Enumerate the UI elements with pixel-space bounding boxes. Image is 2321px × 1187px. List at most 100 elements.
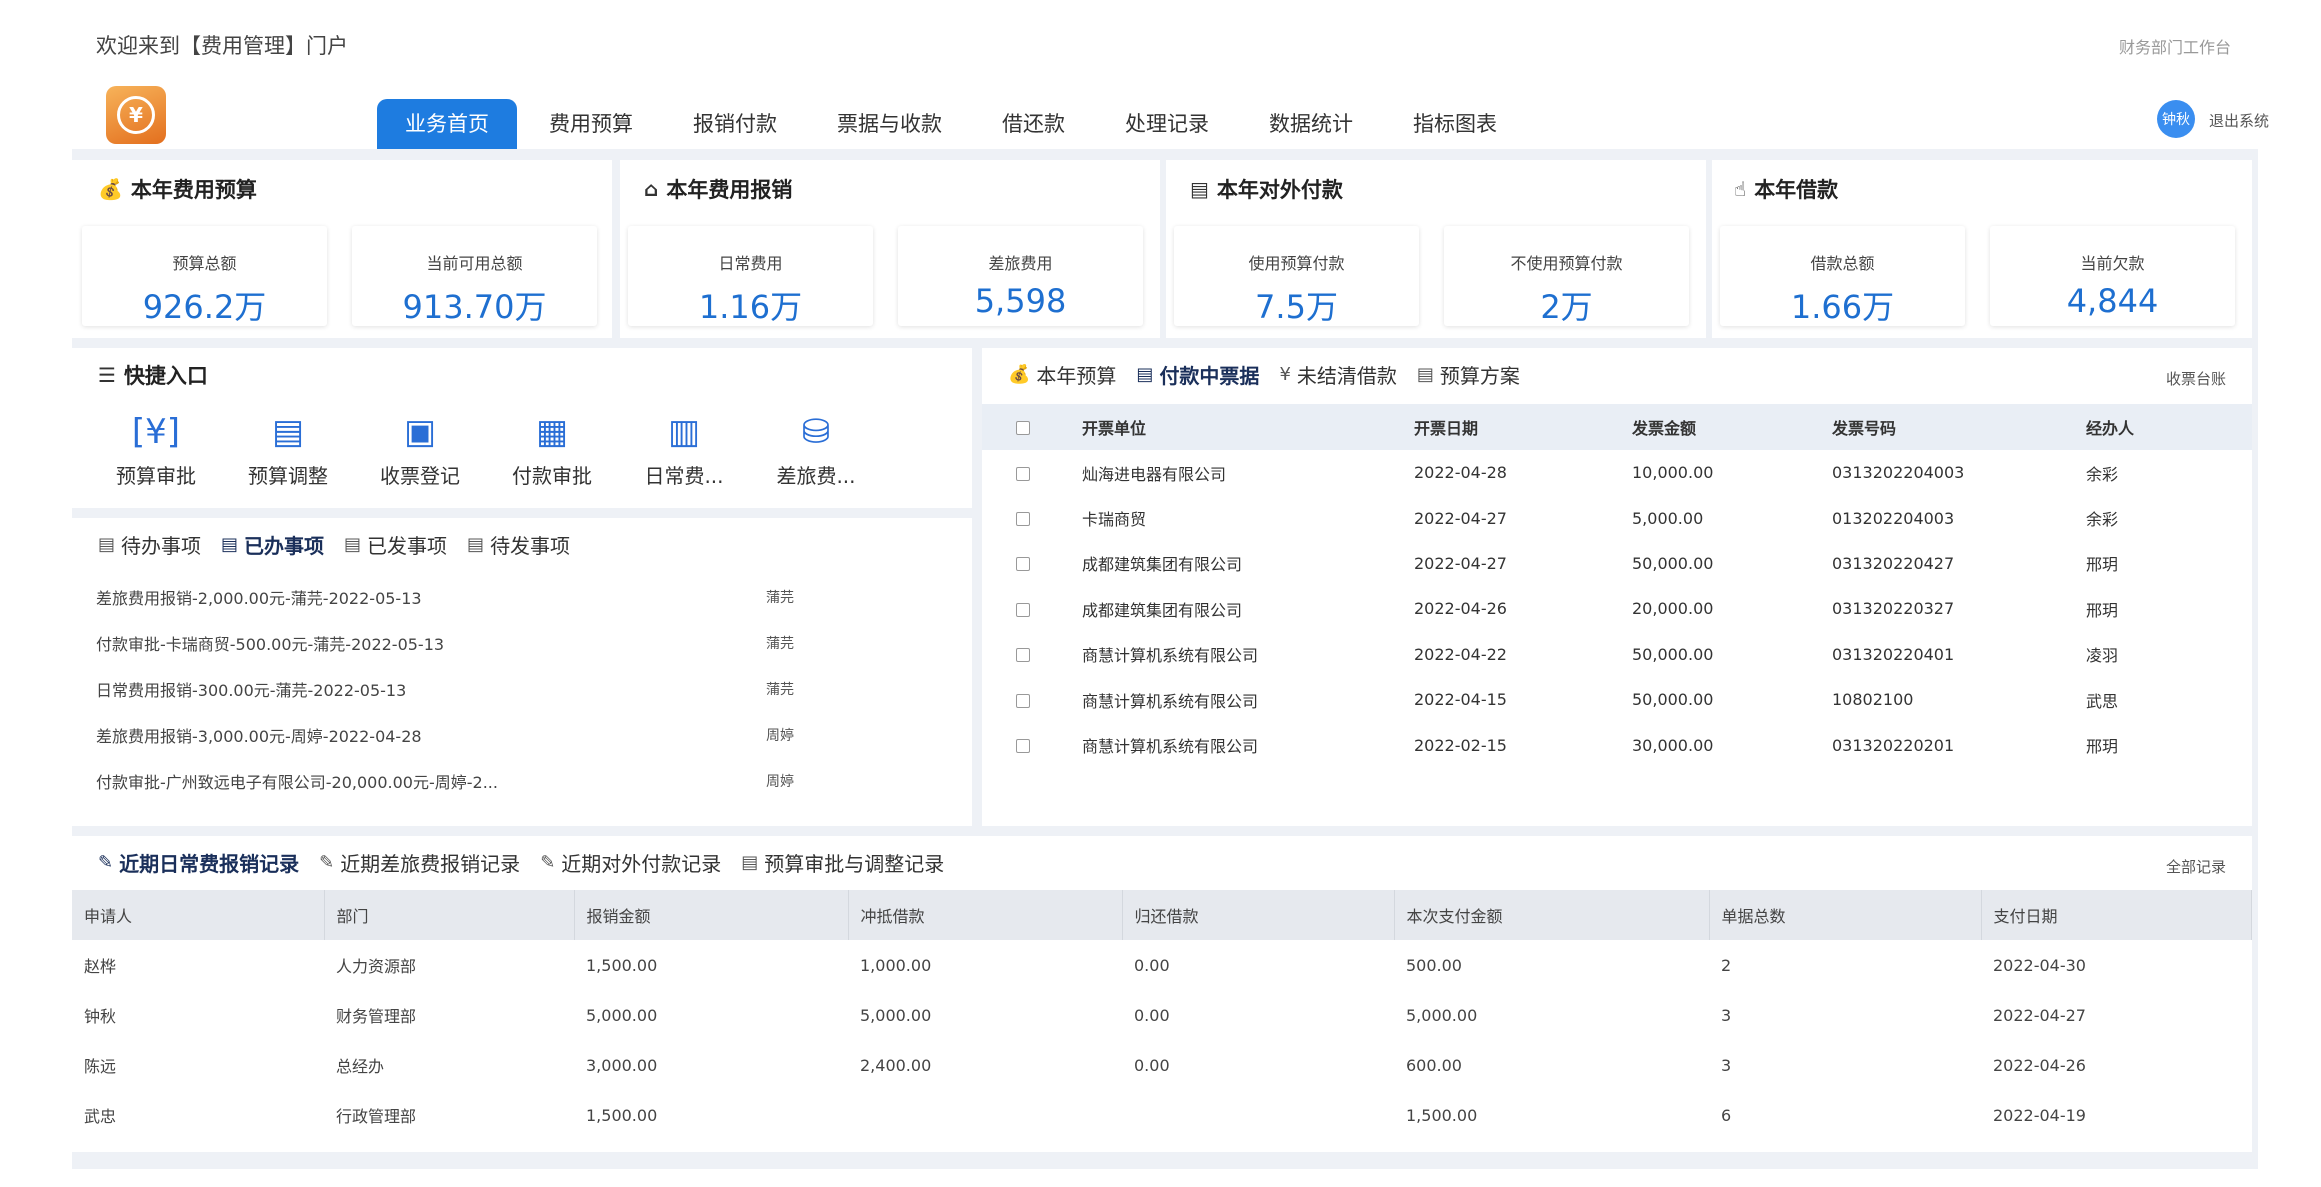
table-row[interactable]: 商慧计算机系统有限公司 2022-04-22 50,000.00 0313202204…: [982, 632, 2252, 677]
document-icon: ▤: [741, 852, 759, 873]
tab-todo-to-send[interactable]: ▤ 待发事项: [467, 530, 570, 559]
list-item[interactable]: 差旅费用报销-2,000.00元-蒲芫-2022-05-13 蒲芫: [96, 574, 956, 620]
table-row[interactable]: 商慧计算机系统有限公司 2022-04-15 50,000.00 10802100 武思: [982, 677, 2252, 722]
quick-payment-approval[interactable]: ▦ 付款审批: [486, 410, 618, 489]
card-title: ▤ 本年对外付款: [1190, 177, 1343, 202]
tab-unsettled-loans[interactable]: ¥ 未结清借款: [1279, 360, 1396, 389]
records-tabs: ✎ 近期日常费报销记录 ✎ 近期差旅费报销记录 ✎ 近期对外付款记录 ▤ 预算审批与调整…: [98, 848, 964, 877]
table-row[interactable]: 钟秋 财务管理部 5,000.00 5,000.00 0.00 5,000.00 3 2022…: [72, 990, 2252, 1040]
invoice-table: 开票单位 开票日期 发票金额 发票号码 经办人 灿海进电器有限公司 2022-04…: [982, 404, 2252, 768]
welcome-text: 欢迎来到【费用管理】门户: [96, 34, 348, 58]
row-checkbox[interactable]: [1016, 739, 1030, 754]
yen-coin-icon: ¥: [117, 96, 155, 134]
quick-entry-title: ☰ 快捷入口: [98, 363, 208, 388]
table-row[interactable]: 商慧计算机系统有限公司 2022-02-15 30,000.00 0313202202…: [982, 722, 2252, 767]
tab-travel-records[interactable]: ✎ 近期差旅费报销记录: [319, 848, 520, 877]
stat-daily-expense[interactable]: 日常费用 1.16万: [628, 226, 873, 326]
nav-tab-records[interactable]: 处理记录: [1097, 99, 1237, 149]
table-header-row: 申请人 部门 报销金额 冲抵借款 归还借款 本次支付金额 单据总数 支付日期: [72, 890, 2252, 940]
avatar[interactable]: 钟秋: [2157, 100, 2195, 138]
col-amount: 发票金额: [1632, 404, 1832, 450]
stat-budget-available[interactable]: 当前可用总额 913.70万: [352, 226, 597, 326]
stat-budget-payment[interactable]: 使用预算付款 7.5万: [1174, 226, 1419, 326]
receipt-icon: ▤: [1136, 364, 1154, 385]
row-checkbox[interactable]: [1016, 557, 1030, 572]
col-applicant: 申请人: [72, 890, 325, 940]
nav-tab-loans[interactable]: 借还款: [974, 99, 1093, 149]
table-row[interactable]: 赵桦 人力资源部 1,500.00 1,000.00 0.00 500.00 2 2022-0…: [72, 940, 2252, 990]
tab-todo-done[interactable]: ▤ 已办事项: [221, 530, 324, 559]
card-title: 💰 本年费用预算: [98, 177, 257, 202]
col-handler: 经办人: [2086, 404, 2252, 450]
col-payment-amount: 本次支付金额: [1394, 890, 1710, 940]
row-checkbox[interactable]: [1016, 648, 1030, 663]
table-header-row: 开票单位 开票日期 发票金额 发票号码 经办人: [982, 404, 2252, 450]
stat-current-debt[interactable]: 当前欠款 4,844: [1990, 226, 2235, 326]
receipt-icon: ▥: [667, 412, 701, 452]
logout-link[interactable]: 退出系统: [2209, 110, 2269, 131]
wallet-icon: ▣: [403, 412, 437, 452]
quick-daily-expense[interactable]: ▥ 日常费...: [618, 410, 750, 489]
nav-tab-home[interactable]: 业务首页: [377, 99, 517, 149]
todo-icon: ▤: [344, 534, 362, 555]
quick-travel-expense[interactable]: ⛁ 差旅费...: [750, 410, 882, 489]
col-department: 部门: [324, 890, 575, 940]
stat-travel-expense[interactable]: 差旅费用 5,598: [898, 226, 1143, 326]
tab-budget-records[interactable]: ▤ 预算审批与调整记录: [741, 848, 944, 877]
table-row[interactable]: 陈远 总经办 3,000.00 2,400.00 0.00 600.00 3 2022-04-…: [72, 1040, 2252, 1090]
tab-invoices-in-payment[interactable]: ▤ 付款中票据: [1136, 360, 1259, 389]
nav-tab-invoices[interactable]: 票据与收款: [809, 99, 970, 149]
col-offset-loan: 冲抵借款: [848, 890, 1123, 940]
tab-todo-pending[interactable]: ▤ 待办事项: [98, 530, 201, 559]
quick-entry-list: [¥] 预算审批 ▤ 预算调整 ▣ 收票登记 ▦ 付款审批 ▥ 日常费... ⛁ 差旅费..…: [90, 410, 882, 489]
table-row[interactable]: 灿海进电器有限公司 2022-04-28 10,000.00 031320220400…: [982, 450, 2252, 495]
hand-money-icon: ☝: [1734, 177, 1747, 201]
col-issuer: 开票单位: [1082, 404, 1414, 450]
tab-daily-records[interactable]: ✎ 近期日常费报销记录: [98, 848, 299, 877]
invoice-ledger-link[interactable]: 收票台账: [2166, 368, 2226, 389]
money-bag-icon: 💰: [98, 177, 123, 201]
quick-invoice-register[interactable]: ▣ 收票登记: [354, 410, 486, 489]
workbench-label: 财务部门工作台: [2118, 38, 2231, 57]
money-bag-icon: 💰: [1008, 364, 1031, 385]
receipt-icon: ✎: [98, 852, 114, 873]
select-all-cell[interactable]: [982, 404, 1082, 450]
quick-entry-panel: ☰ 快捷入口 [¥] 预算审批 ▤ 预算调整 ▣ 收票登记 ▦ 付款审批 ▥ 日常费... …: [72, 348, 972, 508]
all-records-link[interactable]: 全部记录: [2166, 856, 2226, 877]
row-checkbox[interactable]: [1016, 602, 1030, 617]
card-budget: 💰 本年费用预算 预算总额 926.2万 当前可用总额 913.70万: [72, 160, 612, 338]
quick-budget-approval[interactable]: [¥] 预算审批: [90, 410, 222, 489]
list-item[interactable]: 付款审批-卡瑞商贸-500.00元-蒲芫-2022-05-13 蒲芫: [96, 620, 956, 666]
nav-tab-budget[interactable]: 费用预算: [521, 99, 661, 149]
nav-tab-stats[interactable]: 数据统计: [1241, 99, 1381, 149]
stat-loan-total[interactable]: 借款总额 1.66万: [1720, 226, 1965, 326]
stat-nonbudget-payment[interactable]: 不使用预算付款 2万: [1444, 226, 1689, 326]
card-title: ☝ 本年借款: [1734, 177, 1839, 202]
table-row[interactable]: 武忠 行政管理部 1,500.00 1,500.00 6 2022-04-19: [72, 1090, 2252, 1140]
row-checkbox[interactable]: [1016, 693, 1030, 708]
card-payment: ▤ 本年对外付款 使用预算付款 7.5万 不使用预算付款 2万: [1166, 160, 1706, 338]
records-panel: ✎ 近期日常费报销记录 ✎ 近期差旅费报销记录 ✎ 近期对外付款记录 ▤ 预算审批与调整…: [72, 836, 2252, 1152]
list-item[interactable]: 付款审批-广州致远电子有限公司-20,000.00元-周婷-2... 周婷: [96, 758, 956, 804]
table-row[interactable]: 成都建筑集团有限公司 2022-04-26 20,000.00 03132022032…: [982, 586, 2252, 631]
tab-todo-sent[interactable]: ▤ 已发事项: [344, 530, 447, 559]
col-payment-date: 支付日期: [1981, 890, 2252, 940]
tab-annual-budget[interactable]: 💰 本年预算: [1008, 360, 1116, 389]
nav-tab-reimburse[interactable]: 报销付款: [665, 99, 805, 149]
col-return-loan: 归还借款: [1122, 890, 1395, 940]
table-row[interactable]: 卡瑞商贸 2022-04-27 5,000.00 013202204003 余彩: [982, 495, 2252, 540]
nav-tab-charts[interactable]: 指标图表: [1385, 99, 1525, 149]
list-item[interactable]: 差旅费用报销-3,000.00元-周婷-2022-04-28 周婷: [96, 712, 956, 758]
stat-budget-total[interactable]: 预算总额 926.2万: [82, 226, 327, 326]
records-table: 申请人 部门 报销金额 冲抵借款 归还借款 本次支付金额 单据总数 支付日期 赵…: [72, 890, 2252, 1140]
tab-payment-records[interactable]: ✎ 近期对外付款记录: [540, 848, 721, 877]
row-checkbox[interactable]: [1016, 466, 1030, 481]
table-row[interactable]: 成都建筑集团有限公司 2022-04-27 50,000.00 03132022042…: [982, 541, 2252, 586]
select-all-checkbox[interactable]: [1016, 421, 1030, 435]
col-number: 发票号码: [1832, 404, 2086, 450]
row-checkbox[interactable]: [1016, 512, 1030, 527]
list-item[interactable]: 日常费用报销-300.00元-蒲芫-2022-05-13 蒲芫: [96, 666, 956, 712]
list-icon: ☰: [98, 363, 116, 387]
tab-budget-plan[interactable]: ▤ 预算方案: [1417, 360, 1520, 389]
quick-budget-adjust[interactable]: ▤ 预算调整: [222, 410, 354, 489]
